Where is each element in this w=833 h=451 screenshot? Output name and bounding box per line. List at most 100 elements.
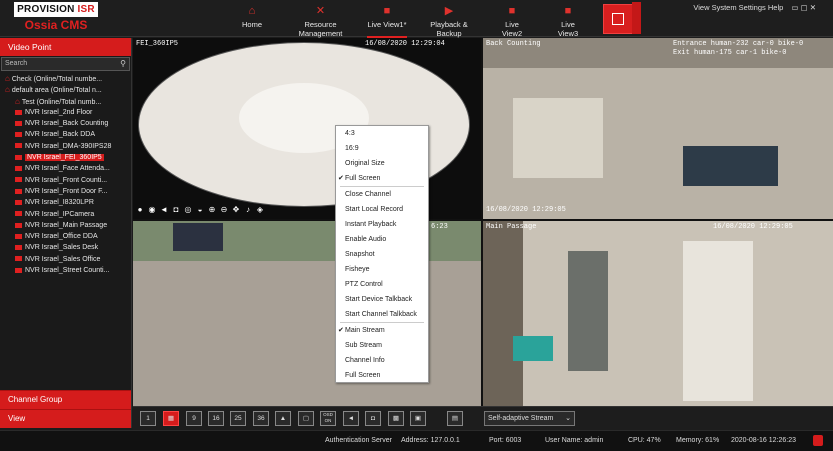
status-user: User Name: admin [545, 437, 604, 444]
snapshot-icon[interactable]: ◘ [171, 205, 181, 215]
layout-36-button[interactable]: 36 [253, 411, 269, 426]
audio-icon[interactable]: ◉ [147, 205, 157, 215]
tab-scroll-handle[interactable] [632, 2, 641, 34]
layout-16-button[interactable]: 16 [208, 411, 224, 426]
alarm-icon[interactable] [813, 435, 823, 446]
menu-item-label: 4:3 [345, 130, 355, 137]
tree-device[interactable]: NVR Israel_2nd Floor [0, 107, 131, 118]
layout-9-button[interactable]: 9 [186, 411, 202, 426]
tree-device[interactable]: NVR Israel_DMA-390IPS28 [0, 141, 131, 152]
nav-resource-management[interactable]: ✕ Resource Management [282, 0, 359, 38]
tree-device[interactable]: NVR Israel_Back Counting [0, 118, 131, 129]
menu-item[interactable]: ✔ Main Stream [336, 323, 428, 338]
tree-item-label: Test (Online/Total numb... [21, 98, 102, 106]
nav-live-view1[interactable]: ■ Live View1* [367, 0, 407, 38]
top-menu-links[interactable]: View System Settings Help [693, 3, 783, 12]
speaker-icon[interactable]: ◄ [159, 205, 169, 215]
camera-icon: ■ [508, 5, 516, 17]
status-cpu: CPU: 47% [628, 437, 661, 444]
nav-playback-backup[interactable]: ▶ Playback & Backup [418, 0, 480, 38]
menu-item[interactable]: Channel Info [336, 353, 428, 368]
tree-device[interactable]: NVR Israel_Main Passage [0, 220, 131, 231]
menu-item[interactable]: Snapshot [336, 247, 428, 262]
stream-select[interactable]: Self-adaptive Stream ⌄ [484, 411, 575, 426]
menu-item[interactable]: Start Device Talkback [336, 292, 428, 307]
status-address: Address: 127.0.0.1 [401, 437, 460, 444]
camera-icon [15, 199, 22, 205]
menu-item[interactable]: Start Local Record [336, 202, 428, 217]
menu-item[interactable]: Fisheye [336, 262, 428, 277]
search-icon[interactable]: ⚲ [120, 58, 126, 70]
search-placeholder: Search [5, 60, 28, 67]
location-icon[interactable]: ◈ [255, 205, 265, 215]
sequence-button[interactable]: ▤ [447, 411, 463, 426]
tree-group[interactable]: ⌂ Test (Online/Total numb... [0, 96, 131, 107]
camera-tile-4[interactable]: Main Passage 16/08/2020 12:29:05 [483, 221, 833, 406]
search-input[interactable]: Search ⚲ [1, 57, 130, 71]
menu-item[interactable]: Sub Stream [336, 338, 428, 353]
tree-device[interactable]: NVR Israel_Face Attenda... [0, 163, 131, 174]
tree-device[interactable]: NVR Israel_Sales Desk [0, 242, 131, 253]
nav-resource-management-label: Resource Management [298, 20, 343, 38]
fullscreen-button[interactable]: ▢ [298, 411, 314, 426]
menu-item[interactable]: 16:9 [336, 141, 428, 156]
layout-1-button[interactable]: 1 [140, 411, 156, 426]
nav-live-view3[interactable]: ■ Live View3 [550, 0, 586, 38]
menu-item[interactable]: PTZ Control [336, 277, 428, 292]
camera-icon: ■ [383, 5, 391, 17]
menu-item[interactable]: Start Channel Talkback [336, 307, 428, 322]
logo: PROVISION ISR Ossia CMS [14, 2, 98, 34]
tree-device[interactable]: NVR Israel_Office DDA [0, 231, 131, 242]
tree-group[interactable]: ⌂ Check (Online/Total numbe... [0, 73, 131, 84]
camera-tile-2[interactable]: Back Counting Entrance human-232 car-0 b… [483, 38, 833, 219]
tree-item-label: NVR Israel_Office DDA [25, 233, 98, 241]
snapshot-all-button[interactable]: ◘ [365, 411, 381, 426]
window-controls[interactable]: ▭ ▢ ✕ [791, 3, 816, 12]
nav-live-view2[interactable]: ■ Live View2 [494, 0, 530, 38]
stretch-button[interactable]: ▩ [388, 411, 404, 426]
menu-item[interactable]: ✔ Full Screen [336, 171, 428, 186]
menu-item[interactable]: Close Channel [336, 187, 428, 202]
add-view-button[interactable] [603, 4, 633, 34]
sidebar: Video Point Search ⚲ ⌂ Check (Online/Tota… [0, 38, 132, 428]
custom-layout-button[interactable]: ▲ [275, 411, 291, 426]
tree-device[interactable]: NVR Israel_FEI_360IP5 [0, 152, 131, 163]
osd-toggle-button[interactable]: OSD ON [320, 411, 336, 426]
tree-device[interactable]: NVR Israel_Street Counti... [0, 265, 131, 276]
record-icon[interactable]: ● [135, 205, 145, 215]
camera-icon [15, 222, 22, 228]
speaker-icon: ◄ [347, 415, 355, 422]
menu-item[interactable]: Instant Playback [336, 217, 428, 232]
channel-group-tab[interactable]: Channel Group [0, 390, 131, 409]
tree-device[interactable]: NVR Israel_Back DDA [0, 129, 131, 140]
status-port: Port: 6003 [489, 437, 522, 444]
menu-item[interactable]: Original Size [336, 156, 428, 171]
layout-25-button[interactable]: 25 [230, 411, 246, 426]
menu-item[interactable]: Full Screen [336, 368, 428, 383]
menu-item[interactable]: Enable Audio [336, 232, 428, 247]
zoom-in-icon[interactable]: ⊕ [207, 205, 217, 215]
mic-icon[interactable]: ♪ [243, 205, 253, 215]
zoom-out-icon[interactable]: ⊖ [219, 205, 229, 215]
tree-item-label: NVR Israel_Face Attenda... [25, 165, 110, 173]
fullscreen-icon[interactable]: ✥ [231, 205, 241, 215]
menu-item[interactable]: 4:3 [336, 126, 428, 141]
tools-icon: ✕ [315, 5, 326, 17]
tree-device[interactable]: NVR Israel_I8320LPR [0, 197, 131, 208]
menu-item-label: Start Device Talkback [345, 296, 413, 303]
view-tab[interactable]: View [0, 409, 131, 428]
area-icon: ⌂ [5, 74, 10, 83]
tree-group[interactable]: ⌂ default area (Online/Total n... [0, 84, 131, 95]
tree-device[interactable]: NVR Israel_Front Door F... [0, 186, 131, 197]
tree-device[interactable]: NVR Israel_Sales Office [0, 254, 131, 265]
eye-icon[interactable]: ◎ [183, 205, 193, 215]
ptz-icon[interactable]: ◒ [195, 205, 205, 215]
nav-home[interactable]: ⌂ Home [238, 0, 266, 36]
tree-device[interactable]: NVR Israel_Front Counti... [0, 175, 131, 186]
audio-toggle-button[interactable]: ◄ [343, 411, 359, 426]
menu-item-label: Sub Stream [345, 342, 382, 349]
camera-icon [15, 109, 22, 115]
close-all-button[interactable]: ▣ [410, 411, 426, 426]
layout-4-button[interactable]: ▦ [163, 411, 179, 426]
tree-device[interactable]: NVR Israel_IPCamera [0, 209, 131, 220]
